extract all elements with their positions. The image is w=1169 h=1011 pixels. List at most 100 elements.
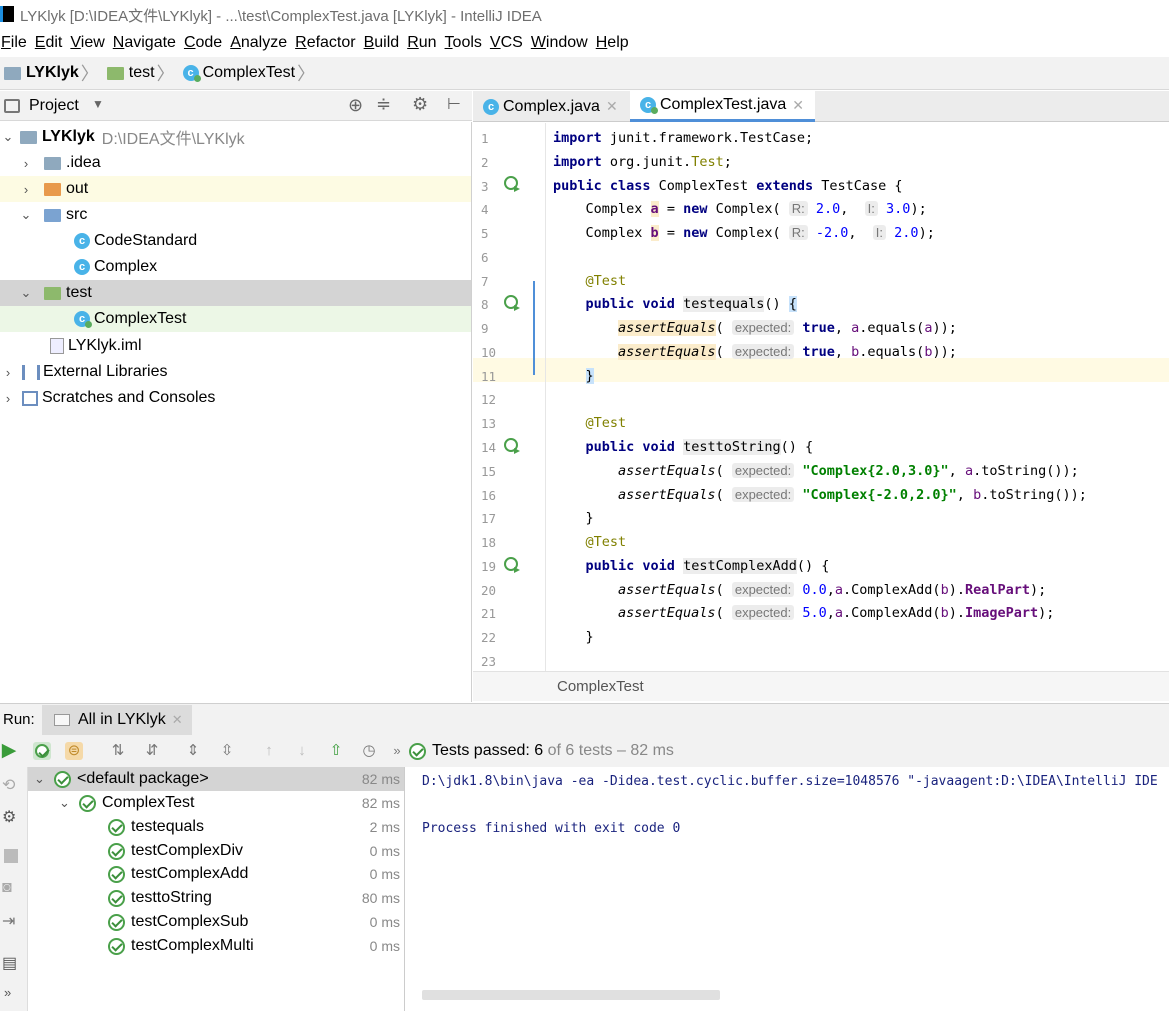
tree-item-complex[interactable]: c Complex	[0, 254, 471, 280]
run-test-icon[interactable]	[503, 175, 521, 193]
menu-vcs[interactable]: VCS	[489, 30, 530, 56]
run-test-icon[interactable]	[503, 437, 521, 455]
rerun-icon[interactable]: ▶	[0, 741, 18, 760]
menu-build[interactable]: Build	[363, 30, 407, 56]
menu-file[interactable]: File	[0, 30, 34, 56]
code-line: assertEquals( expected: 0.0,a.ComplexAdd…	[618, 582, 1047, 598]
breadcrumb-folder[interactable]: test 〉	[106, 60, 179, 86]
breadcrumb-project[interactable]: LYKlyk 〉	[4, 60, 103, 86]
expand-all-icon[interactable]: ⇕	[184, 742, 202, 760]
test-class-icon: c	[640, 97, 658, 114]
tree-item-complextest[interactable]: c ComplexTest	[0, 306, 471, 332]
menu-view[interactable]: View	[69, 30, 111, 56]
show-ignored-icon[interactable]: ⊜	[65, 742, 83, 760]
code-editor[interactable]: 1 2 3 4 5 6 7 8 9 10 11 12 13 14 15 16 1…	[473, 123, 1169, 671]
passed-icon	[108, 913, 125, 931]
chevron-right-icon[interactable]: ›	[0, 365, 16, 380]
project-panel-title[interactable]: Project	[29, 97, 79, 115]
run-test-icon[interactable]	[503, 294, 521, 312]
menu-run[interactable]: Run	[406, 30, 443, 56]
tree-item-scratches[interactable]: › Scratches and Consoles	[0, 385, 471, 411]
menu-navigate[interactable]: Navigate	[112, 30, 183, 56]
menu-help[interactable]: Help	[595, 30, 636, 56]
tree-item-iml[interactable]: LYKlyk.iml	[0, 333, 471, 359]
chevron-down-icon[interactable]: ⌄	[59, 795, 79, 811]
chevron-down-icon[interactable]: ⌄	[0, 129, 16, 145]
tree-item-idea[interactable]: › .idea	[0, 150, 471, 176]
sort-duration-icon[interactable]: ⇵	[143, 742, 161, 760]
test-node-method[interactable]: testComplexDiv	[108, 842, 243, 860]
editor-footer-label[interactable]: ComplexTest	[557, 678, 644, 695]
test-node-method[interactable]: testComplexAdd	[108, 865, 248, 883]
chevron-down-icon[interactable]: ⌄	[18, 285, 34, 301]
tree-item-lyklyk[interactable]: ⌄ LYKlyk D:\IDEA文件\LYKlyk	[0, 124, 471, 150]
horizontal-scrollbar[interactable]	[422, 990, 720, 1000]
show-passed-icon[interactable]	[33, 742, 51, 760]
module-folder-icon	[20, 130, 37, 144]
menu-refactor[interactable]: Refactor	[294, 30, 362, 56]
passed-icon	[79, 794, 96, 812]
chevron-down-icon[interactable]: ⌄	[34, 771, 54, 787]
locate-icon[interactable]: ⊕	[348, 95, 363, 116]
exit-icon[interactable]: ⇥	[2, 911, 15, 931]
next-failed-icon[interactable]: ↓	[293, 742, 311, 760]
stop-icon[interactable]	[4, 849, 18, 863]
run-toolbar: ▶ ⊜ ⇅ ⇵ ⇕ ⇳ ↑ ↓ ⇧ ◷ » Tests passed: 6 of…	[0, 735, 1169, 767]
menu-analyze[interactable]: Analyze	[229, 30, 294, 56]
test-node-method[interactable]: testComplexMulti	[108, 937, 254, 955]
test-duration: 0 ms	[369, 914, 400, 930]
test-node-class[interactable]: ⌄ ComplexTest	[59, 794, 194, 812]
test-node-method[interactable]: testComplexSub	[108, 913, 248, 931]
code-line: import org.junit.Test;	[553, 154, 732, 170]
line-number: 12	[481, 392, 497, 407]
test-node-method[interactable]: testtoString	[108, 889, 212, 907]
scratches-icon	[22, 390, 38, 406]
menu-edit[interactable]: Edit	[34, 30, 70, 56]
tree-item-out[interactable]: › out	[0, 176, 471, 202]
passed-icon	[108, 937, 125, 955]
sort-alpha-icon[interactable]: ⇅	[109, 742, 127, 760]
code-line: @Test	[585, 534, 627, 550]
test-node-package[interactable]: ⌄ <default package>	[34, 770, 209, 788]
tree-item-codestandard[interactable]: c CodeStandard	[0, 228, 471, 254]
more-icon[interactable]: »	[388, 742, 406, 760]
run-dashboard-icon[interactable]: ⚙	[2, 807, 16, 827]
tab-complex-java[interactable]: c Complex.java ✕	[473, 91, 628, 122]
run-test-icon[interactable]	[503, 556, 521, 574]
more-icon[interactable]: »	[4, 985, 11, 1000]
camera-icon[interactable]: ◙	[2, 879, 12, 897]
source-folder-icon	[44, 208, 61, 222]
menu-window[interactable]: Window	[530, 30, 595, 56]
hide-panel-icon[interactable]: ⊢	[447, 94, 461, 114]
previous-failed-icon[interactable]: ↑	[260, 742, 278, 760]
history-icon[interactable]: ◷	[360, 742, 378, 760]
close-icon[interactable]: ✕	[792, 97, 804, 114]
code-line: import junit.framework.TestCase;	[553, 130, 814, 146]
tree-item-test[interactable]: ⌄ test	[0, 280, 471, 306]
console-output[interactable]: D:\jdk1.8\bin\java -ea -Didea.test.cycli…	[406, 767, 1169, 1011]
breadcrumb-file[interactable]: c ComplexTest 〉	[182, 60, 319, 86]
close-icon[interactable]: ✕	[172, 712, 183, 728]
chevron-right-icon[interactable]: ›	[18, 182, 34, 197]
gear-icon[interactable]: ⚙	[412, 94, 428, 115]
export-icon[interactable]: ⇧	[327, 742, 345, 760]
project-tree: ⌄ LYKlyk D:\IDEA文件\LYKlyk › .idea › out …	[0, 122, 472, 702]
tree-item-external-libraries[interactable]: › External Libraries	[0, 359, 471, 385]
chevron-down-icon[interactable]: ⌄	[18, 207, 34, 223]
test-node-method[interactable]: testequals	[108, 818, 204, 836]
line-number: 3	[481, 179, 489, 194]
project-folder-icon	[4, 66, 21, 80]
layout-icon[interactable]: ▤	[2, 953, 17, 973]
menu-code[interactable]: Code	[183, 30, 229, 56]
tree-item-src[interactable]: ⌄ src	[0, 202, 471, 228]
chevron-down-icon[interactable]: ▼	[92, 97, 104, 111]
collapse-all-icon[interactable]: ≑	[376, 94, 391, 115]
tab-complextest-java[interactable]: c ComplexTest.java ✕	[630, 91, 815, 122]
collapse-all-icon[interactable]: ⇳	[218, 742, 236, 760]
toggle-auto-test-icon[interactable]: ⟲	[2, 775, 15, 795]
chevron-right-icon[interactable]: ›	[18, 156, 34, 171]
chevron-right-icon[interactable]: ›	[0, 391, 16, 406]
run-tab[interactable]: All in LYKlyk ✕	[42, 705, 192, 735]
close-icon[interactable]: ✕	[606, 98, 618, 115]
menu-tools[interactable]: Tools	[444, 30, 489, 56]
